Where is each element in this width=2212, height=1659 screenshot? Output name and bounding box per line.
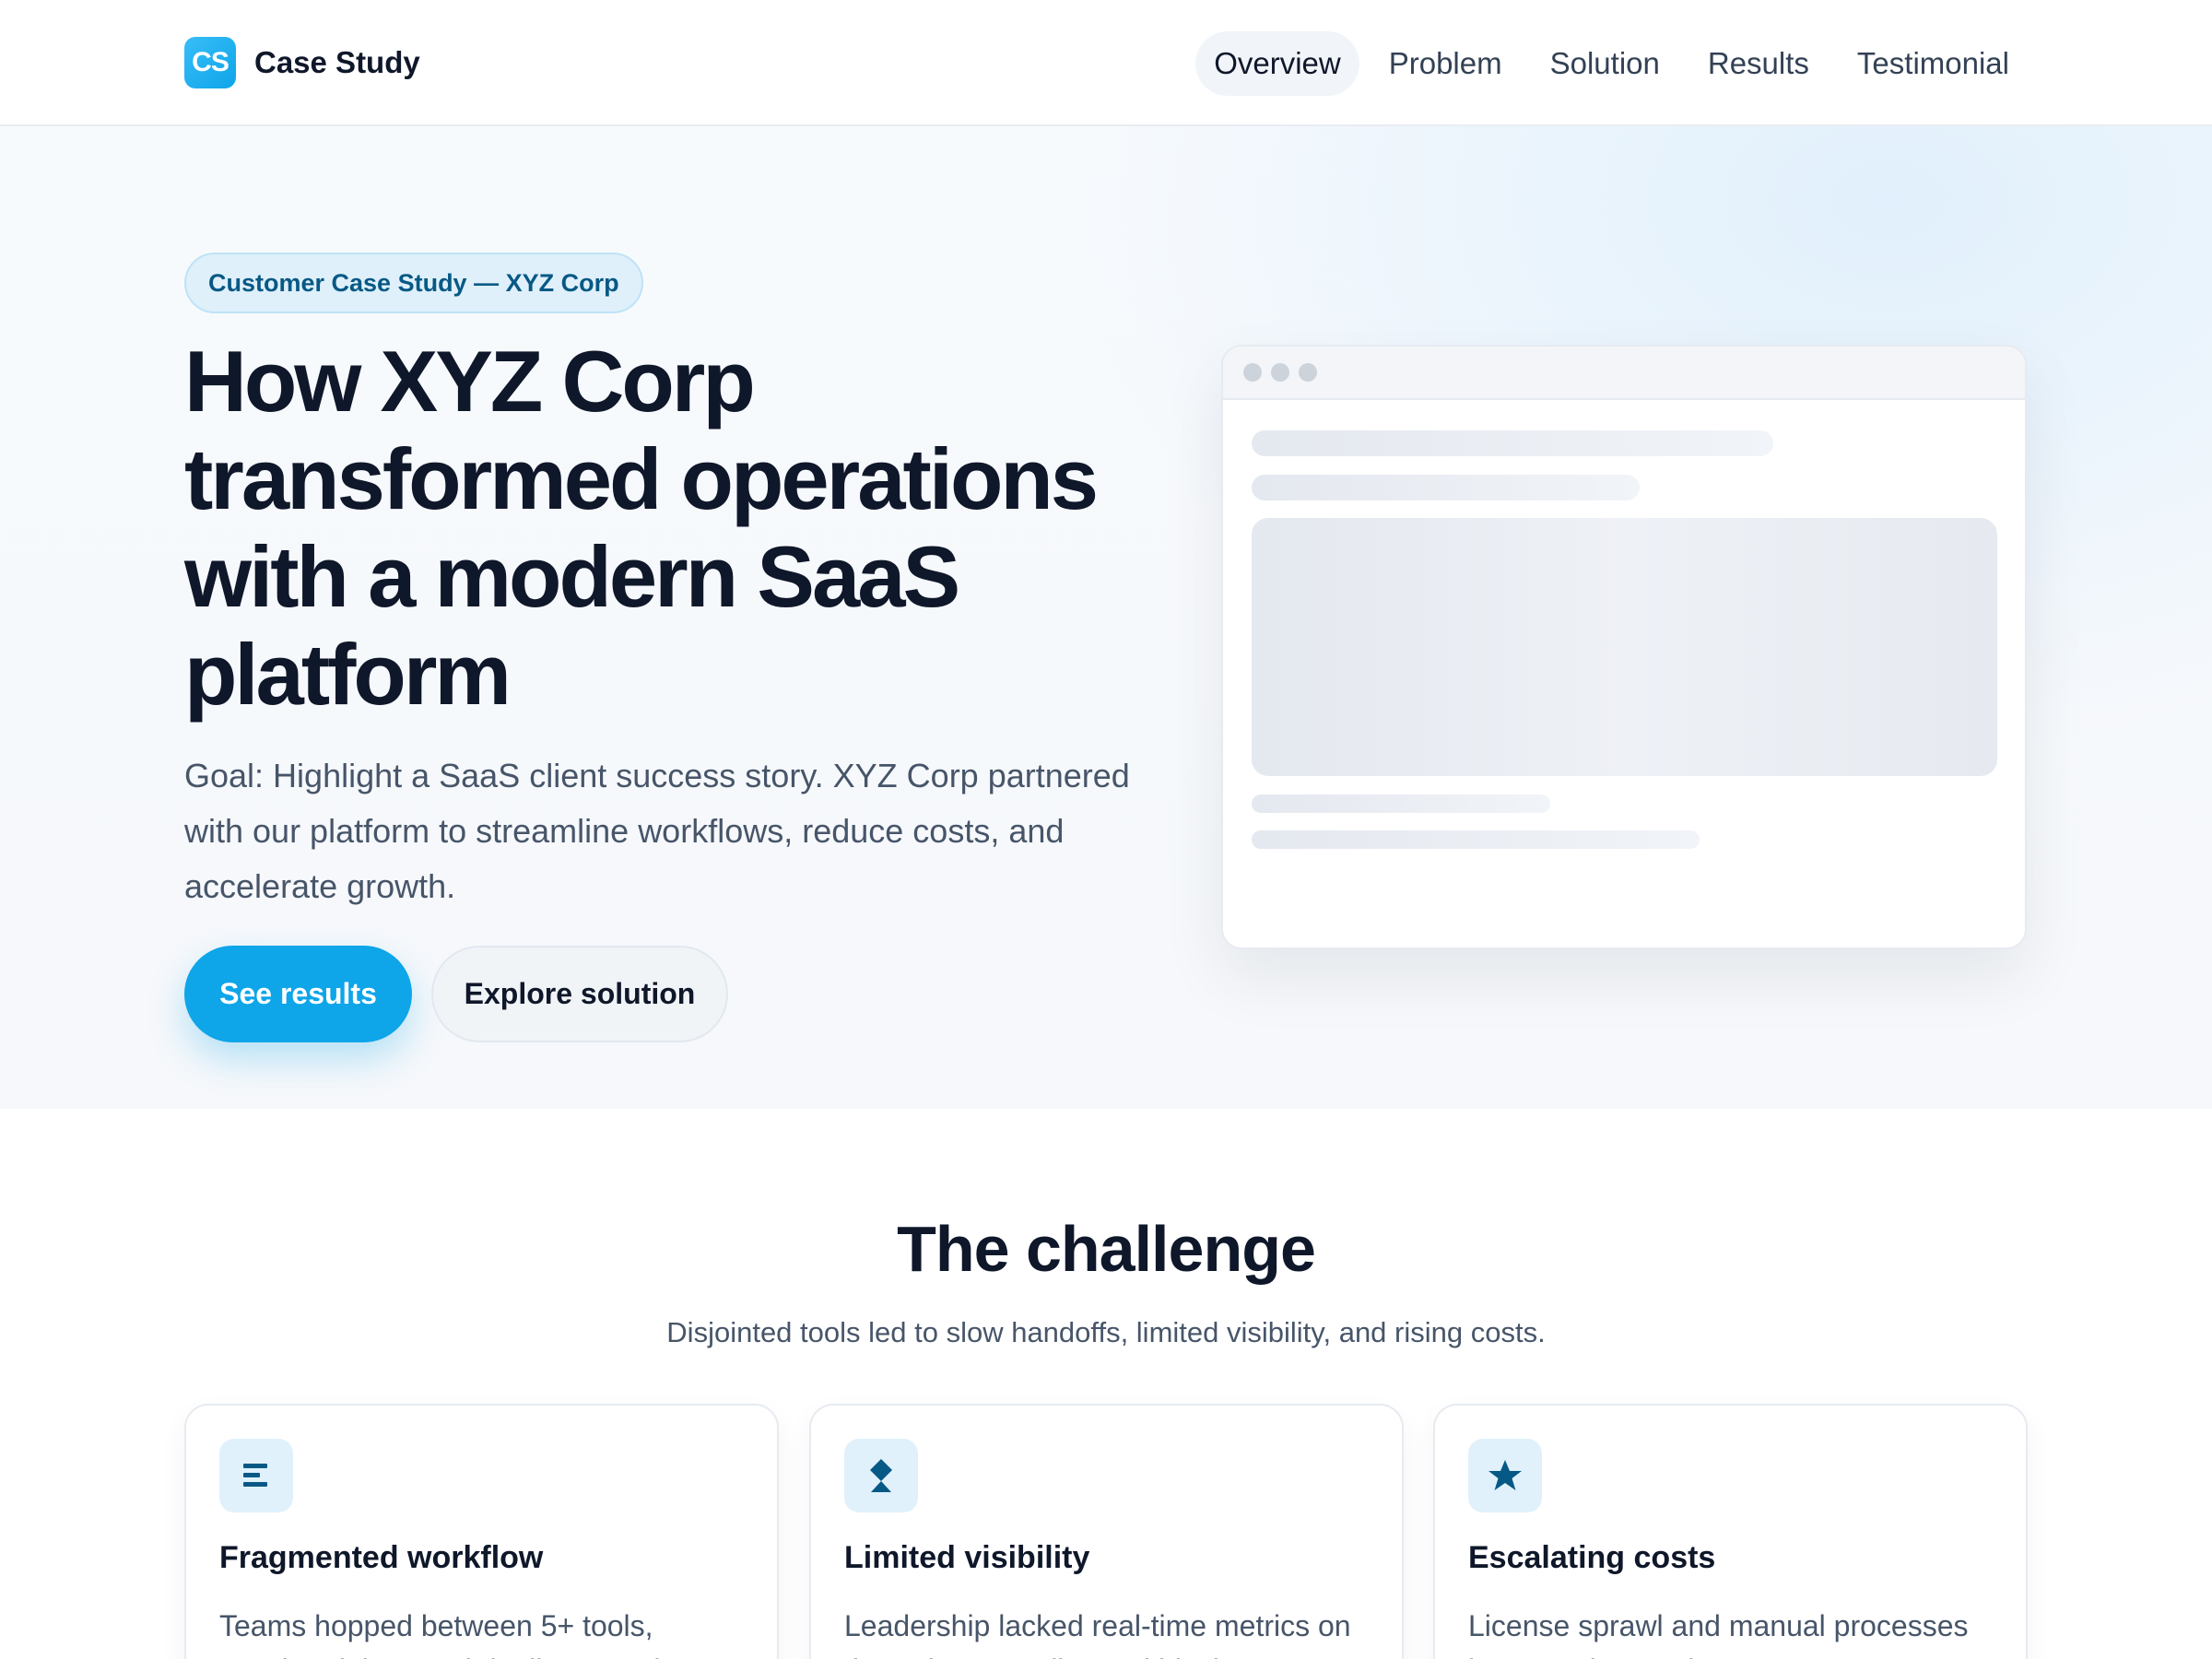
star-icon — [1468, 1439, 1542, 1512]
nav-solution[interactable]: Solution — [1532, 31, 1678, 96]
card-title: Fragmented workflow — [219, 1540, 544, 1575]
card-text: License sprawl and manual processes incr… — [1468, 1609, 1969, 1659]
hero-description: Goal: Highlight a SaaS client success st… — [184, 757, 1130, 905]
nav-problem[interactable]: Problem — [1371, 31, 1521, 96]
challenge-card: Fragmented workflow Teams hopped between… — [184, 1404, 779, 1659]
see-results-button[interactable]: See results — [184, 946, 412, 1042]
card-title: Escalating costs — [1468, 1540, 1716, 1575]
window-dot-icon — [1271, 363, 1289, 382]
card-title: Limited visibility — [844, 1540, 1090, 1575]
card-text: Teams hopped between 5+ tools, causing d… — [219, 1609, 677, 1659]
list-icon — [219, 1439, 293, 1512]
logo[interactable]: CS Case Study — [184, 37, 420, 88]
main-nav: Overview Problem Solution Results Testim… — [1195, 31, 2028, 96]
nav-results[interactable]: Results — [1689, 31, 1828, 96]
skeleton-line — [1252, 794, 1550, 813]
challenge-title: The challenge — [897, 1213, 1316, 1285]
card-text: Leadership lacked real-time metrics on t… — [844, 1609, 1351, 1659]
challenge-card: Limited visibility Leadership lacked rea… — [809, 1404, 1404, 1659]
logo-mark: CS — [184, 37, 236, 88]
challenge-subtitle: Disjointed tools led to slow handoffs, l… — [666, 1316, 1546, 1348]
nav-testimonial[interactable]: Testimonial — [1839, 31, 2028, 96]
window-dot-icon — [1243, 363, 1262, 382]
skeleton-block — [1252, 518, 1997, 776]
case-study-badge: Customer Case Study — XYZ Corp — [184, 253, 643, 313]
challenge-card: Escalating costs License sprawl and manu… — [1433, 1404, 2028, 1659]
window-title-bar — [1223, 347, 2025, 400]
explore-solution-button[interactable]: Explore solution — [431, 946, 728, 1042]
diamond-icon — [844, 1439, 918, 1512]
skeleton-line — [1252, 430, 1773, 456]
hero-title: How XYZ Corp transformed operations with… — [184, 333, 1099, 723]
skeleton-line — [1252, 830, 1700, 849]
hero-section: Customer Case Study — XYZ Corp How XYZ C… — [0, 126, 2212, 1109]
site-header: CS Case Study Overview Problem Solution … — [0, 0, 2212, 126]
window-dot-icon — [1299, 363, 1317, 382]
skeleton-line — [1252, 475, 1640, 500]
nav-overview[interactable]: Overview — [1195, 31, 1359, 96]
product-preview-window — [1221, 345, 2027, 949]
logo-text: Case Study — [254, 45, 420, 79]
